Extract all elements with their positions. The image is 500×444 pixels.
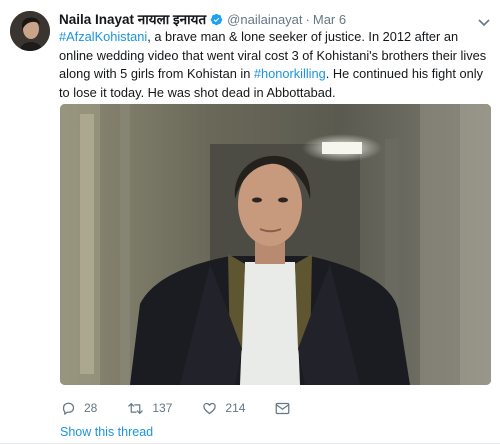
display-name[interactable]: Naila Inayat नायला इनायत xyxy=(59,10,206,28)
separator-dot: · xyxy=(305,11,310,27)
verified-badge-icon xyxy=(210,13,223,26)
reply-count: 28 xyxy=(84,401,98,415)
avatar[interactable] xyxy=(10,11,50,51)
retweet-count: 137 xyxy=(152,401,173,415)
tweet-timestamp[interactable]: Mar 6 xyxy=(313,12,346,27)
tweet-actions: 28 137 214 xyxy=(61,399,328,417)
like-count: 214 xyxy=(225,401,246,415)
like-button[interactable]: 214 xyxy=(202,401,245,416)
tweet-photo[interactable] xyxy=(60,104,491,385)
tweet-text: #AfzalKohistani, a brave man & lone seek… xyxy=(59,28,491,102)
show-thread-link[interactable]: Show this thread xyxy=(60,425,153,439)
hashtag-link[interactable]: #honorkilling xyxy=(254,66,326,81)
retweet-button[interactable]: 137 xyxy=(127,401,172,416)
reply-icon xyxy=(62,402,75,415)
chevron-down-icon[interactable] xyxy=(478,14,490,27)
user-handle[interactable]: @nailainayat xyxy=(227,12,302,27)
retweet-icon xyxy=(128,402,144,414)
direct-message-button[interactable] xyxy=(275,402,298,415)
hashtag-link[interactable]: #AfzalKohistani xyxy=(59,29,147,44)
tweet[interactable]: Naila Inayat नायला इनायत @nailainayat · … xyxy=(0,0,500,444)
heart-icon xyxy=(203,402,217,414)
tweet-header: Naila Inayat नायला इनायत @nailainayat · … xyxy=(59,10,346,28)
direct-message-icon xyxy=(276,402,290,414)
reply-button[interactable]: 28 xyxy=(61,401,97,416)
